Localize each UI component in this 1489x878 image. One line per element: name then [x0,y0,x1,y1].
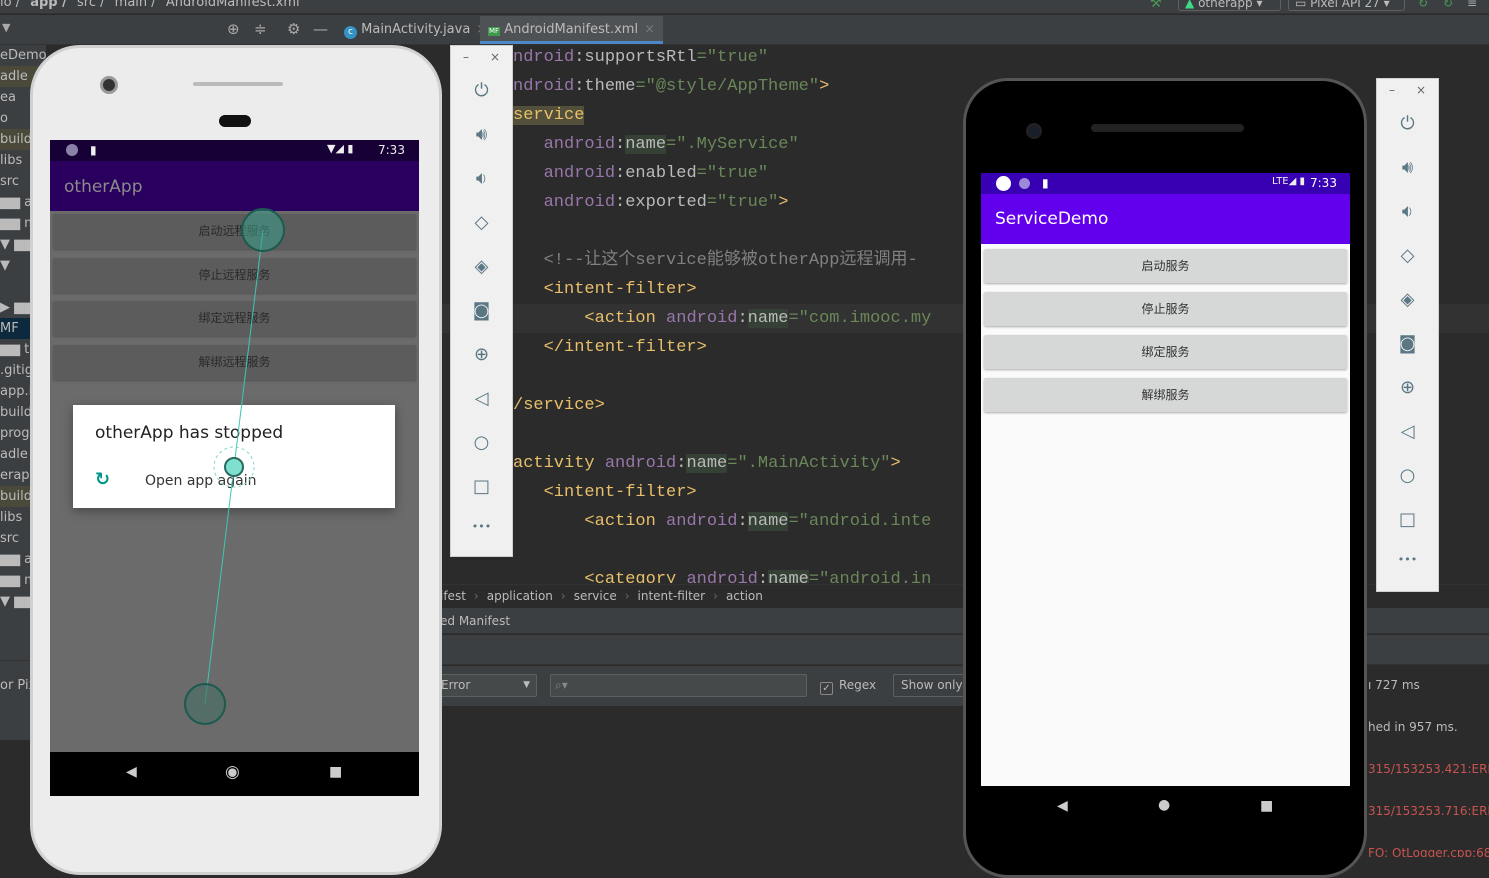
overview-icon[interactable]: □ [1377,509,1438,530]
overview-icon[interactable]: ■ [1260,798,1273,814]
rotate-right-icon[interactable]: ◈ [451,256,512,277]
back-icon[interactable]: ◁ [451,388,512,409]
touch-point-end [184,683,226,725]
volume-up-icon[interactable]: 🔊︎ [1377,157,1438,178]
start-service-button[interactable]: 启动服务 [984,249,1347,283]
camera-icon[interactable]: ◙ [1377,333,1438,354]
right-emulator-screen[interactable]: ▮ LTE◢ ▮ 7:33 ServiceDemo 启动服务 停止服务 绑定服务… [981,173,1350,786]
unbind-service-button[interactable]: 解绑服务 [984,378,1347,412]
volume-down-icon[interactable]: 🔉︎ [1377,201,1438,222]
notification-icon [1019,178,1030,189]
notification-icon [996,176,1011,191]
volume-down-icon[interactable]: 🔉︎ [451,168,512,189]
power-icon[interactable]: ⏻ [451,80,512,101]
speaker-grille [1091,124,1244,132]
volume-up-icon[interactable]: 🔊︎ [451,124,512,145]
camera-lens [1026,123,1042,139]
nav-bar: ◀ ● ■ [981,786,1350,857]
close-icon[interactable]: × [1416,83,1426,97]
touch-point-current [224,457,244,477]
rotate-right-icon[interactable]: ◈ [1377,289,1438,310]
power-icon[interactable]: ⏻ [1377,113,1438,134]
back-icon[interactable]: ◀ [1057,798,1068,814]
app-title: ServiceDemo [995,209,1109,229]
rotate-left-icon[interactable]: ◇ [1377,245,1438,266]
home-icon[interactable]: ● [1158,797,1170,813]
left-emulator-toolbar: – × ⏻ 🔊︎ 🔉︎ ◇ ◈ ◙ ⊕ ◁ ○ □ ••• [450,45,513,557]
lte-signal-icon: LTE◢ ▮ [1272,176,1305,187]
more-icon[interactable]: ••• [451,520,512,533]
clock: 7:33 [1310,176,1337,190]
home-icon[interactable]: ○ [451,432,512,453]
close-icon[interactable]: × [490,50,500,64]
minimize-icon[interactable]: – [463,50,469,64]
bind-service-button[interactable]: 绑定服务 [984,335,1347,369]
stop-service-button[interactable]: 停止服务 [984,292,1347,326]
zoom-icon[interactable]: ⊕ [451,344,512,365]
back-icon[interactable]: ◁ [1377,421,1438,442]
status-bar: ▮ LTE◢ ▮ 7:33 [981,173,1350,194]
home-icon[interactable]: ○ [1377,465,1438,486]
app-bar: ServiceDemo [981,194,1350,244]
right-emulator-toolbar: – × ⏻ 🔊︎ 🔉︎ ◇ ◈ ◙ ⊕ ◁ ○ □ ••• [1376,78,1439,592]
touch-point-start [241,208,285,252]
rotate-left-icon[interactable]: ◇ [451,212,512,233]
camera-icon[interactable]: ◙ [451,300,512,321]
overview-icon[interactable]: □ [451,476,512,497]
minimize-icon[interactable]: – [1389,83,1395,97]
sd-card-icon: ▮ [1042,176,1049,190]
more-icon[interactable]: ••• [1377,553,1438,566]
zoom-icon[interactable]: ⊕ [1377,377,1438,398]
